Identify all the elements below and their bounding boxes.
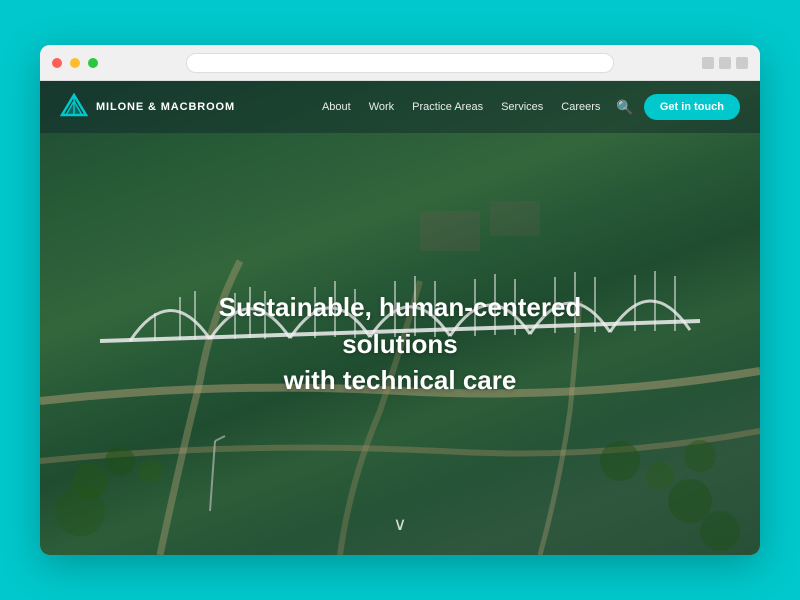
logo-icon xyxy=(60,93,88,121)
browser-minimize-icon xyxy=(702,57,714,69)
site-content: MILONE & MACBROOM About Work Practice Ar… xyxy=(40,81,760,555)
nav-practice-areas[interactable]: Practice Areas xyxy=(412,101,483,113)
search-icon[interactable]: 🔍 xyxy=(616,99,633,116)
nav-links: About Work Practice Areas Services Caree… xyxy=(322,101,600,113)
nav-services[interactable]: Services xyxy=(501,101,543,113)
browser-menu-icon xyxy=(736,57,748,69)
address-bar[interactable] xyxy=(186,53,614,73)
browser-window: MILONE & MACBROOM About Work Practice Ar… xyxy=(40,45,760,555)
logo-text: MILONE & MACBROOM xyxy=(96,101,235,113)
hero-headline-line1: Sustainable, human-centered solutions xyxy=(219,292,582,358)
get-in-touch-button[interactable]: Get in touch xyxy=(644,94,740,120)
hero-headline: Sustainable, human-centered solutions wi… xyxy=(160,289,640,398)
scroll-down-indicator[interactable]: ∨ xyxy=(393,514,406,535)
browser-chrome xyxy=(40,45,760,81)
navbar: MILONE & MACBROOM About Work Practice Ar… xyxy=(40,81,760,133)
nav-careers[interactable]: Careers xyxy=(561,101,600,113)
traffic-light-green[interactable] xyxy=(88,58,98,68)
logo-area[interactable]: MILONE & MACBROOM xyxy=(60,93,235,121)
traffic-light-yellow[interactable] xyxy=(70,58,80,68)
hero-headline-line2: with technical care xyxy=(284,365,517,395)
traffic-light-red[interactable] xyxy=(52,58,62,68)
nav-work[interactable]: Work xyxy=(369,101,394,113)
hero-text-area: Sustainable, human-centered solutions wi… xyxy=(40,133,760,555)
browser-maximize-icon xyxy=(719,57,731,69)
nav-about[interactable]: About xyxy=(322,101,351,113)
